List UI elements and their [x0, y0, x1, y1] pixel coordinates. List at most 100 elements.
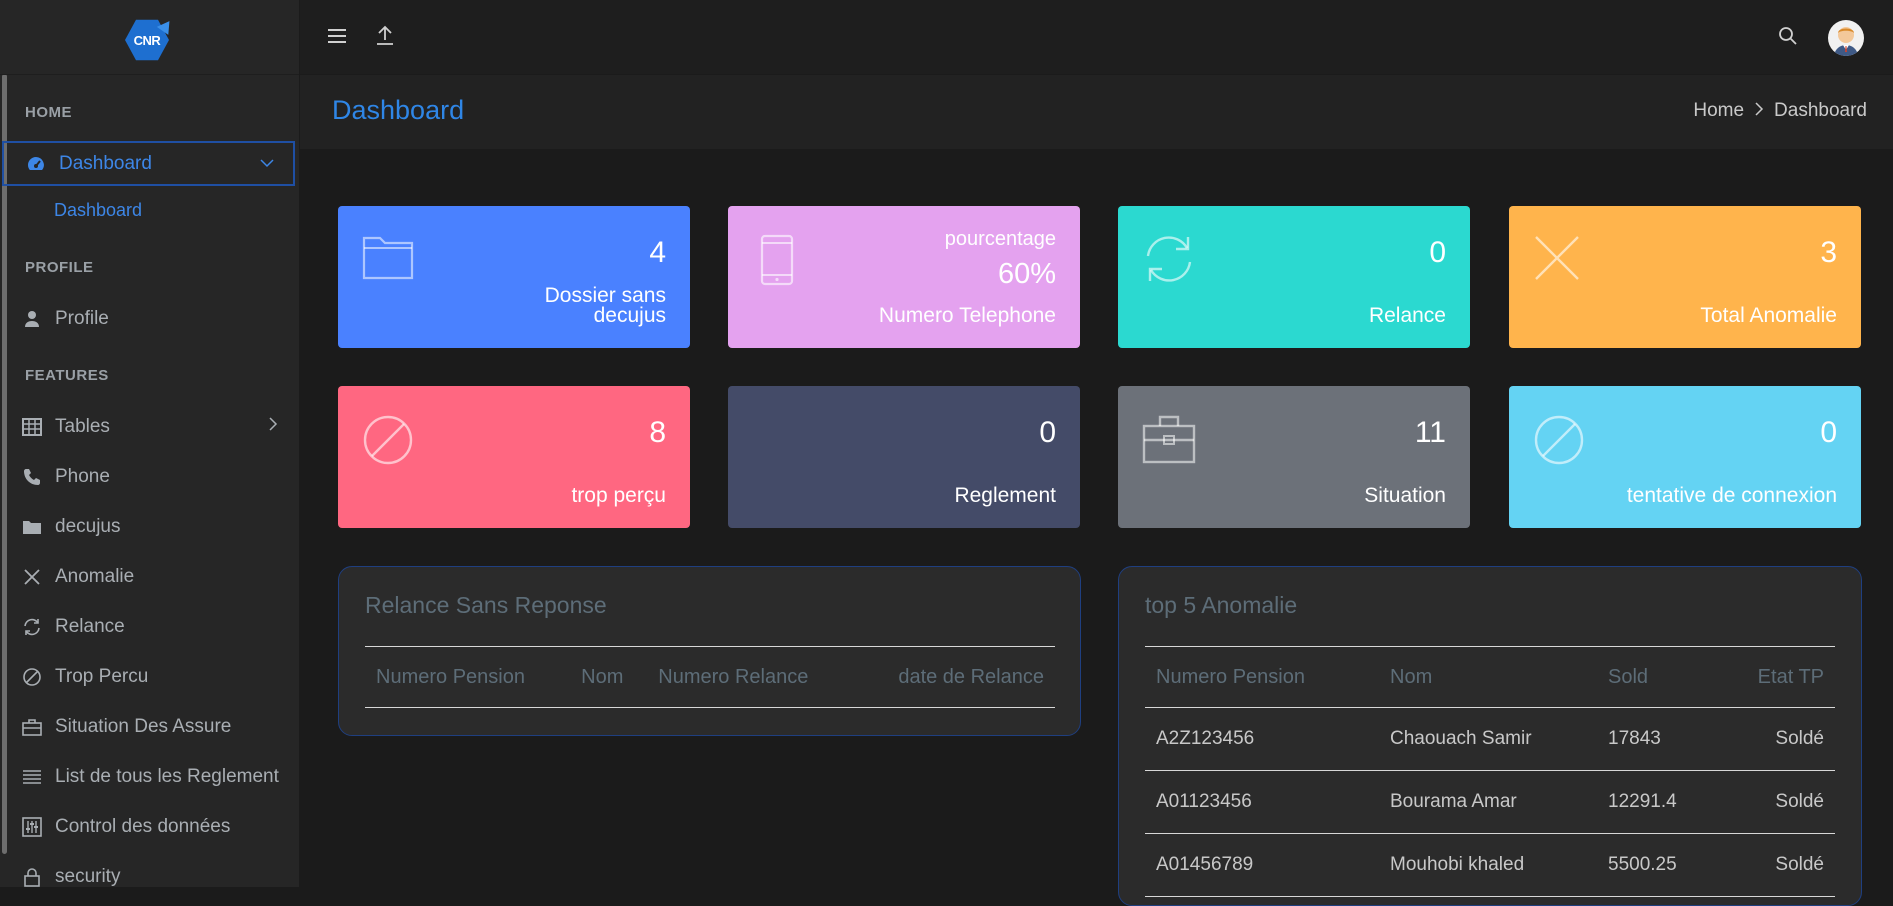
sidebar-item-label: decujus: [55, 516, 121, 537]
card-trop-percu[interactable]: 8 trop perçu: [338, 386, 690, 528]
ban-icon: [1533, 414, 1585, 471]
sidebar-item-anomalie[interactable]: Anomalie: [0, 554, 299, 600]
card-label: tentative de connexion: [1626, 484, 1837, 507]
cell-nom: Mouhobi khaled: [1379, 833, 1597, 897]
card-value: 3: [1820, 236, 1837, 269]
list-icon: [21, 766, 43, 788]
sidebar-subitem-dashboard[interactable]: Dashboard: [54, 200, 142, 221]
column-header[interactable]: Nom: [1379, 646, 1597, 708]
card-label-line2: decujus: [593, 304, 666, 327]
card-situation[interactable]: 11 Situation: [1118, 386, 1470, 528]
chevron-down-icon: [259, 155, 275, 176]
card-value: 0: [1039, 416, 1056, 449]
card-label: Dossier sans decujus: [544, 284, 666, 327]
cnr-logo[interactable]: CNR: [125, 17, 176, 62]
cell-nom: Bourama Amar: [1379, 770, 1597, 834]
card-reglement[interactable]: 0 Reglement: [728, 386, 1080, 528]
cell-numero-pension: A01123456: [1145, 770, 1379, 834]
card-value: 11: [1414, 416, 1446, 449]
sidebar-item-label: Trop Percu: [55, 666, 149, 687]
panel-title: Relance Sans Reponse: [365, 592, 607, 618]
sidebar-item-label: Profile: [55, 308, 109, 329]
sidebar-item-label: Relance: [55, 616, 125, 637]
panel-title: top 5 Anomalie: [1145, 592, 1298, 618]
page-header: Dashboard Home Dashboard: [300, 75, 1893, 149]
column-header[interactable]: Numero Pension: [365, 646, 571, 708]
column-header[interactable]: Sold: [1597, 646, 1718, 708]
breadcrumb-home[interactable]: Home: [1693, 100, 1744, 122]
column-header[interactable]: date de Relance: [853, 646, 1055, 708]
mobile-icon: [760, 234, 794, 291]
section-heading-profile: PROFILE: [25, 259, 94, 276]
sidebar-item-label: Control des données: [55, 816, 231, 837]
card-tentative-connexion[interactable]: 0 tentative de connexion: [1509, 386, 1861, 528]
card-label: Total Anomalie: [1700, 304, 1837, 327]
card-value: 60%: [997, 258, 1056, 290]
sidebar-item-reglement[interactable]: List de tous les Reglement: [0, 754, 299, 800]
sidebar-item-decujus[interactable]: decujus: [0, 504, 299, 550]
refresh-icon: [21, 616, 43, 638]
search-icon[interactable]: [1778, 26, 1798, 51]
column-header[interactable]: Etat TP: [1717, 646, 1835, 708]
close-icon: [1533, 234, 1581, 287]
sidebar-item-security[interactable]: security: [0, 854, 299, 900]
anomalie-table: Numero Pension Nom Sold Etat TP A2Z12345…: [1145, 646, 1835, 897]
column-header[interactable]: Numero Pension: [1145, 646, 1379, 708]
refresh-icon: [1142, 234, 1196, 289]
cell-etat-tp: Soldé: [1717, 707, 1835, 771]
table-icon: [21, 416, 43, 438]
sidebar-divider: [0, 74, 299, 75]
card-numero-telephone[interactable]: pourcentage 60% Numero Telephone: [728, 206, 1080, 348]
sliders-icon: [21, 816, 43, 838]
cell-numero-pension: A01456789: [1145, 833, 1379, 897]
breadcrumb-current: Dashboard: [1774, 100, 1867, 121]
table-row[interactable]: A2Z123456 Chaouach Samir 17843 Soldé: [1145, 707, 1835, 771]
cell-nom: Chaouach Samir: [1379, 707, 1597, 771]
sidebar-item-phone[interactable]: Phone: [0, 454, 299, 500]
card-label-line1: Dossier sans: [544, 284, 666, 307]
topbar: [300, 0, 1893, 74]
avatar[interactable]: [1828, 20, 1864, 56]
relance-panel: Relance Sans Reponse Numero Pension Nom …: [338, 566, 1081, 736]
card-label: Numero Telephone: [878, 304, 1056, 327]
table-row[interactable]: A01456789 Mouhobi khaled 5500.25 Soldé: [1145, 833, 1835, 897]
menu-icon[interactable]: [327, 27, 347, 50]
card-relance[interactable]: 0 Relance: [1118, 206, 1470, 348]
card-value: 8: [649, 416, 666, 449]
relance-table: Numero Pension Nom Numero Relance date d…: [365, 646, 1055, 708]
user-icon: [21, 308, 43, 330]
dashboard-icon: [25, 153, 47, 175]
lock-icon: [21, 866, 43, 888]
cell-sold: 12291.4: [1597, 770, 1718, 834]
close-icon: [21, 566, 43, 588]
card-dossier-sans-decujus[interactable]: 4 Dossier sans decujus: [338, 206, 690, 348]
column-header[interactable]: Numero Relance: [647, 646, 854, 708]
sidebar-item-trop-percu[interactable]: Trop Percu: [0, 654, 299, 700]
card-value: 4: [649, 236, 666, 269]
sidebar-item-relance[interactable]: Relance: [0, 604, 299, 650]
card-value: 0: [1429, 236, 1446, 269]
sidebar-item-tables[interactable]: Tables: [0, 404, 299, 450]
sidebar-item-label: Tables: [55, 416, 110, 437]
table-row[interactable]: A01123456 Bourama Amar 12291.4 Soldé: [1145, 770, 1835, 834]
section-heading-home: HOME: [25, 104, 72, 121]
section-heading-features: FEATURES: [25, 367, 109, 384]
card-label: Situation: [1364, 484, 1446, 507]
upload-icon[interactable]: [375, 24, 395, 51]
column-header[interactable]: Nom: [570, 646, 648, 708]
cell-etat-tp: Soldé: [1717, 833, 1835, 897]
card-sub-label: pourcentage: [944, 228, 1056, 250]
table-header-row: Numero Pension Nom Numero Relance date d…: [365, 646, 1055, 708]
chevron-right-icon: [265, 416, 281, 437]
sidebar-item-dashboard[interactable]: Dashboard: [2, 141, 295, 186]
sidebar-item-profile[interactable]: Profile: [0, 296, 299, 342]
sidebar-item-situation[interactable]: Situation Des Assure: [0, 704, 299, 750]
card-value: 0: [1820, 416, 1837, 449]
sidebar-item-control[interactable]: Control des données: [0, 804, 299, 850]
table-header-row: Numero Pension Nom Sold Etat TP: [1145, 646, 1835, 708]
card-label: trop perçu: [571, 484, 666, 507]
briefcase-icon: [21, 716, 43, 738]
card-label: Reglement: [954, 484, 1056, 507]
sidebar: CNR HOME Dashboard Dashboard PROFILE Pro…: [0, 0, 300, 887]
card-total-anomalie[interactable]: 3 Total Anomalie: [1509, 206, 1861, 348]
